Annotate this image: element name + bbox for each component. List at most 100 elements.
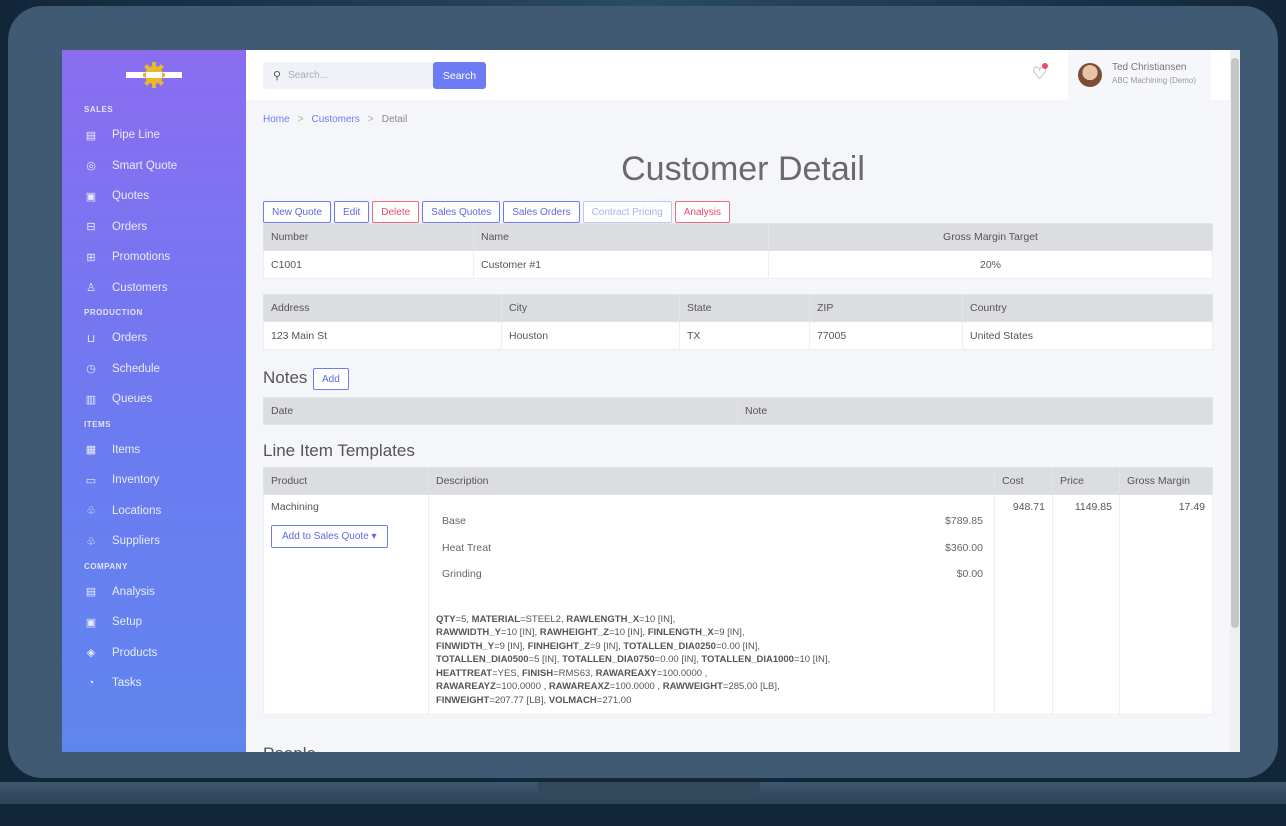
state-value: TX	[679, 321, 810, 350]
city-value: Houston	[501, 321, 680, 350]
component-row: Base $789.85	[436, 515, 987, 542]
sidebar-item-orders[interactable]: ⊟ Orders	[62, 212, 246, 243]
add-note-button[interactable]: Add	[313, 368, 349, 390]
sidebar-item-label: Tasks	[112, 677, 142, 690]
sidebar: SALES ▤ Pipe Line ◎ Smart Quote ▣ Quotes ⊟ Order…	[62, 50, 246, 752]
sidebar-section-label: ITEMS	[84, 419, 111, 429]
table-row: Machining Add to Sales Quote ▾ Base $789.…	[263, 494, 1213, 715]
search-placeholder: Search...	[288, 70, 329, 81]
setup-icon: ▣	[85, 616, 97, 629]
edit-button[interactable]: Edit	[334, 201, 370, 223]
country-value: United States	[962, 321, 1213, 350]
sidebar-item-schedule[interactable]: ◷ Schedule	[62, 354, 246, 385]
clock-icon: ◷	[86, 363, 96, 376]
tasks-icon: ◔	[87, 677, 95, 690]
sidebar-item-promotions[interactable]: ⊞ Promotions	[62, 242, 246, 273]
sidebar-item-inventory[interactable]: ▭ Inventory	[62, 465, 246, 496]
name-header: Name	[473, 223, 769, 251]
new-quote-button[interactable]: New Quote	[263, 201, 332, 223]
zip-header: ZIP	[809, 294, 963, 322]
user-menu[interactable]: Ted Christiansen ABC Machining (Demo)	[1068, 50, 1211, 100]
breadcrumb-home[interactable]: Home	[263, 114, 290, 125]
customer-number: C1001	[263, 250, 474, 279]
sidebar-item-quotes[interactable]: ▣ Quotes	[62, 181, 246, 212]
price-value: 1149.85	[1052, 494, 1120, 715]
sidebar-item-products[interactable]: ◈ Products	[62, 638, 246, 669]
address-header: Address	[263, 294, 502, 322]
sidebar-item-suppliers[interactable]: ♧ Suppliers	[62, 526, 246, 557]
sidebar-item-label: Products	[112, 646, 158, 659]
sidebar-item-label: Customers	[112, 281, 168, 294]
sidebar-item-label: Items	[112, 443, 141, 456]
sidebar-item-items[interactable]: ▦ Items	[62, 435, 246, 466]
sidebar-item-locations[interactable]: ♧ Locations	[62, 496, 246, 527]
state-header: State	[679, 294, 810, 322]
address-table: Address City State ZIP Country 123 Main …	[263, 294, 1213, 350]
sidebar-item-label: Queues	[112, 393, 153, 406]
sidebar-item-queues[interactable]: ▥ Queues	[62, 384, 246, 415]
cost-header: Cost	[994, 467, 1053, 495]
notes-table: Date Note	[263, 397, 1213, 425]
sidebar-item-analysis[interactable]: ▤ Analysis	[62, 577, 246, 608]
sidebar-item-orders[interactable]: ⊔ Orders	[62, 323, 246, 354]
suppliers-icon: ♧	[86, 535, 96, 548]
delete-button[interactable]: Delete	[372, 201, 420, 223]
component-value: $360.00	[945, 541, 983, 554]
note-header: Note	[737, 397, 1213, 425]
laptop-notch	[538, 782, 760, 800]
smart-quote-icon: ◎	[86, 160, 96, 173]
scrollbar-thumb[interactable]	[1231, 58, 1239, 628]
pipeline-icon: ▤	[85, 129, 97, 142]
component-name: Base	[442, 515, 466, 527]
sidebar-item-label: Setup	[112, 616, 143, 629]
sales-orders-button[interactable]: Sales Orders	[503, 201, 580, 223]
sidebar-item-label: Inventory	[112, 474, 160, 487]
product-name: Machining	[271, 501, 319, 513]
analysis-icon: ▤	[85, 586, 97, 599]
sidebar-item-label: Schedule	[112, 362, 160, 375]
inventory-icon: ▭	[85, 474, 97, 487]
customer-name: Customer #1	[473, 250, 769, 279]
app-logo[interactable]	[62, 50, 246, 100]
number-header: Number	[263, 223, 474, 251]
page-title: Customer Detail	[621, 150, 865, 188]
sidebar-item-label: Quotes	[112, 190, 150, 203]
sidebar-item-label: Promotions	[112, 251, 171, 264]
city-header: City	[501, 294, 680, 322]
search-button[interactable]: Search	[433, 62, 486, 89]
people-title: People	[263, 744, 316, 752]
contract-pricing-button[interactable]: Contract Pricing	[582, 201, 672, 223]
notes-title: Notes	[263, 368, 308, 387]
customer-gmt: 20%	[768, 250, 1213, 279]
sales-quotes-button[interactable]: Sales Quotes	[422, 201, 501, 223]
sidebar-item-label: Pipe Line	[112, 129, 160, 142]
sidebar-item-smart-quote[interactable]: ◎ Smart Quote	[62, 151, 246, 182]
items-icon: ▦	[85, 444, 97, 457]
country-header: Country	[962, 294, 1213, 322]
gross-margin-value: 17.49	[1119, 494, 1213, 715]
topbar: ⚲ Search... Search ♡ Ted Christiansen AB…	[246, 50, 1240, 100]
product-header: Product	[263, 467, 429, 495]
search-icon: ⚲	[273, 70, 282, 82]
component-row: Heat Treat $360.00	[436, 542, 987, 569]
sidebar-item-customers[interactable]: ♙ Customers	[62, 273, 246, 304]
avatar	[1078, 63, 1102, 87]
line-item-templates-title: Line Item Templates	[263, 441, 415, 460]
user-name: Ted Christiansen	[1112, 62, 1187, 73]
sidebar-section-label: COMPANY	[84, 561, 128, 571]
bar-chart-icon: ▥	[85, 393, 97, 406]
sidebar-item-label: Analysis	[112, 585, 155, 598]
search-input[interactable]: ⚲ Search...	[263, 62, 433, 89]
breadcrumb-customers[interactable]: Customers	[312, 114, 360, 125]
gross-margin-header: Gross Margin	[1119, 467, 1213, 495]
sidebar-item-label: Locations	[112, 504, 162, 517]
component-name: Heat Treat	[442, 541, 492, 554]
sidebar-item-setup[interactable]: ▣ Setup	[62, 607, 246, 638]
analysis-button[interactable]: Analysis	[674, 201, 730, 223]
component-value: $789.85	[945, 515, 983, 527]
sidebar-item-pipe-line[interactable]: ▤ Pipe Line	[62, 120, 246, 151]
locations-icon: ♧	[86, 505, 96, 518]
add-to-sales-quote-dropdown[interactable]: Add to Sales Quote ▾	[271, 525, 388, 548]
sidebar-section-label: SALES	[84, 105, 114, 114]
sidebar-item-tasks[interactable]: ◔ Tasks	[62, 668, 246, 699]
